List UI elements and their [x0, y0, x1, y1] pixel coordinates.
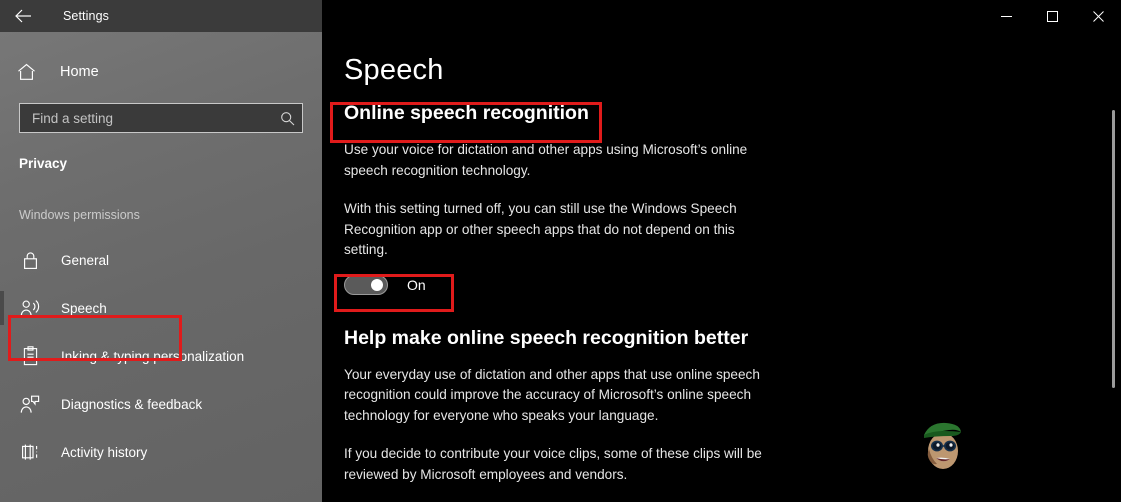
sidebar-nav-list: General Speech Inking & typing personali… [0, 236, 322, 476]
speech-person-icon [19, 297, 41, 319]
title-bar-left: Settings [0, 0, 322, 32]
search-input[interactable] [20, 110, 272, 126]
paragraph-three: Your everyday use of dictation and other… [344, 366, 760, 423]
back-arrow-icon[interactable] [0, 0, 46, 32]
sidebar-item-activity-history[interactable]: Activity history [0, 428, 322, 476]
main-content: Speech Online speech recognition Use you… [322, 32, 1121, 502]
lock-icon [19, 249, 41, 271]
sidebar-section-title: Privacy [19, 156, 68, 171]
section-heading-help-improve: Help make online speech recognition bett… [344, 326, 749, 349]
home-icon [17, 63, 47, 81]
online-speech-toggle-row[interactable]: On [344, 274, 1121, 295]
online-speech-toggle[interactable] [344, 274, 388, 295]
sidebar-item-speech[interactable]: Speech [0, 284, 322, 332]
toggle-knob [371, 278, 383, 291]
window-controls [983, 0, 1121, 32]
window-title: Settings [63, 9, 109, 23]
section-heading-online-speech: Online speech recognition [344, 102, 589, 124]
minimize-icon[interactable] [983, 0, 1029, 32]
sidebar-home-label: Home [60, 64, 99, 80]
activity-history-icon [19, 441, 41, 463]
site-mascot-watermark [916, 415, 966, 473]
paragraph-one: Use your voice for dictation and other a… [344, 142, 748, 178]
page-title: Speech [344, 54, 444, 86]
clipboard-icon [19, 345, 41, 367]
scrollbar-thumb[interactable] [1112, 110, 1115, 388]
paragraph-two: With this setting turned off, you can st… [344, 201, 737, 257]
person-feedback-icon [19, 393, 41, 415]
sidebar-item-activity-label: Activity history [61, 444, 148, 460]
vertical-scrollbar[interactable] [1107, 32, 1121, 502]
search-box[interactable] [19, 103, 303, 133]
settings-window: Settings Home Find a setting Privacy Win… [0, 0, 1121, 502]
sidebar-item-speech-label: Speech [61, 300, 107, 316]
sidebar-item-general[interactable]: General [0, 236, 322, 284]
sidebar-group-header: Windows permissions [19, 208, 140, 222]
search-icon[interactable] [272, 111, 302, 126]
close-icon[interactable] [1075, 0, 1121, 32]
sidebar-item-inking[interactable]: Inking & typing personalization [0, 332, 322, 380]
maximize-icon[interactable] [1029, 0, 1075, 32]
sidebar: Home Privacy Windows permissions Gene [0, 32, 322, 502]
sidebar-item-home[interactable]: Home [0, 52, 322, 92]
toggle-state-label: On [407, 276, 426, 293]
sidebar-item-diagnostics-label: Diagnostics & feedback [61, 396, 203, 412]
paragraph-four: If you decide to contribute your voice c… [344, 446, 762, 482]
sidebar-item-inking-label: Inking & typing personalization [61, 348, 245, 364]
title-bar: Settings [0, 0, 1121, 32]
sidebar-item-general-label: General [61, 252, 110, 268]
sidebar-item-diagnostics[interactable]: Diagnostics & feedback [0, 380, 322, 428]
